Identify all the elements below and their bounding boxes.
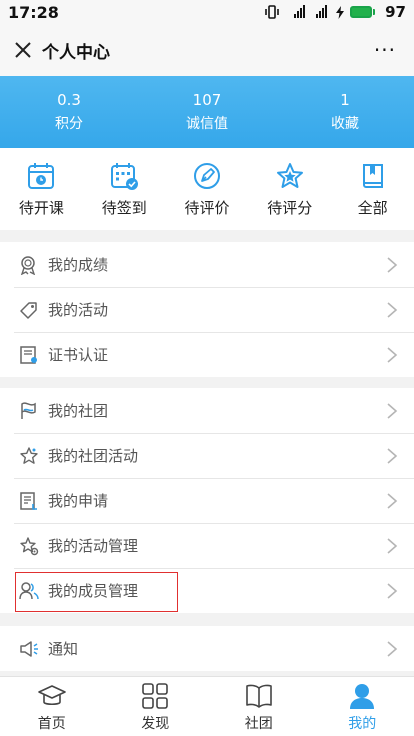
chevron-right-icon bbox=[387, 447, 398, 464]
menu-group-club: 我的社团 我的社团活动 我的申请 我的活动管理 我的成员管理 bbox=[0, 388, 414, 613]
menu-notifications[interactable]: 通知 bbox=[0, 626, 414, 671]
star-gear-icon bbox=[18, 535, 40, 557]
certificate-icon bbox=[18, 344, 40, 366]
row-label: 我的社团 bbox=[48, 402, 109, 420]
charging-icon bbox=[336, 5, 345, 19]
signal-icon bbox=[294, 5, 328, 18]
chevron-right-icon bbox=[387, 537, 398, 554]
grid-icon bbox=[142, 682, 169, 709]
row-label: 我的成绩 bbox=[48, 256, 109, 274]
medal-icon bbox=[18, 254, 40, 276]
user-icon bbox=[350, 683, 375, 709]
stat-favorites[interactable]: 1 收藏 bbox=[276, 76, 414, 148]
row-label: 我的申请 bbox=[48, 492, 109, 510]
menu-my-club-activities[interactable]: 我的社团活动 bbox=[0, 433, 414, 478]
status-indicators: 97 bbox=[264, 3, 406, 21]
stats-banner: 0.3 积分 107 诚信值 1 收藏 bbox=[0, 76, 414, 148]
chevron-right-icon bbox=[387, 492, 398, 509]
speaker-icon bbox=[18, 638, 40, 660]
chevron-right-icon bbox=[387, 402, 398, 419]
vibrate-icon bbox=[265, 5, 279, 19]
flag-icon bbox=[18, 400, 40, 422]
open-book-icon bbox=[245, 684, 272, 708]
quick-pending-review[interactable]: 待评价 bbox=[166, 148, 249, 230]
menu-group-notice: 通知 bbox=[0, 626, 414, 671]
quick-label: 待开课 bbox=[18, 198, 64, 217]
quick-label: 待评价 bbox=[184, 198, 230, 217]
chevron-right-icon bbox=[387, 301, 398, 318]
battery-level: 97 bbox=[385, 3, 406, 21]
row-label: 我的活动管理 bbox=[48, 537, 139, 555]
stat-label: 收藏 bbox=[331, 116, 359, 132]
tab-label: 社团 bbox=[244, 715, 273, 732]
close-button[interactable] bbox=[12, 39, 34, 61]
status-bar: 17:28 97 bbox=[0, 0, 414, 24]
row-label: 通知 bbox=[48, 640, 79, 658]
stat-label: 诚信值 bbox=[186, 116, 228, 132]
page-title: 个人中心 bbox=[42, 42, 110, 63]
row-label: 我的社团活动 bbox=[48, 447, 139, 465]
menu-member-management[interactable]: 我的成员管理 bbox=[0, 568, 414, 613]
menu-my-club[interactable]: 我的社团 bbox=[0, 388, 414, 433]
quick-pending-class[interactable]: 待开课 bbox=[0, 148, 83, 230]
status-time: 17:28 bbox=[8, 2, 59, 22]
book-icon bbox=[362, 163, 383, 188]
row-label: 我的成员管理 bbox=[48, 582, 139, 600]
stat-label: 积分 bbox=[55, 116, 83, 132]
tag-icon bbox=[18, 299, 40, 321]
stat-value: 107 bbox=[192, 91, 222, 109]
stat-integrity[interactable]: 107 诚信值 bbox=[138, 76, 276, 148]
quick-actions: 待开课 待签到 待评价 待评分 全部 bbox=[0, 148, 414, 230]
stat-value: 1 bbox=[340, 91, 350, 109]
quick-label: 全部 bbox=[357, 198, 388, 217]
graduation-cap-icon bbox=[37, 684, 66, 705]
quick-label: 待评分 bbox=[267, 198, 313, 217]
menu-group-records: 我的成绩 我的活动 证书认证 bbox=[0, 242, 414, 377]
menu-my-applications[interactable]: 我的申请 bbox=[0, 478, 414, 523]
chevron-right-icon bbox=[387, 640, 398, 657]
bottom-tab-bar: 首页 发现 社团 我的 bbox=[0, 676, 414, 736]
tab-label: 我的 bbox=[348, 715, 377, 732]
calendar-check-icon bbox=[111, 162, 139, 190]
menu-my-activities[interactable]: 我的活动 bbox=[0, 287, 414, 332]
battery-icon bbox=[350, 6, 376, 18]
title-bar: 个人中心 ··· bbox=[0, 24, 414, 76]
menu-activity-management[interactable]: 我的活动管理 bbox=[0, 523, 414, 568]
chevron-right-icon bbox=[387, 582, 398, 599]
tab-discover[interactable]: 发现 bbox=[104, 677, 208, 736]
chevron-right-icon bbox=[387, 346, 398, 363]
calendar-clock-icon bbox=[28, 162, 55, 189]
stat-points[interactable]: 0.3 积分 bbox=[0, 76, 138, 148]
row-label: 证书认证 bbox=[48, 346, 109, 364]
tab-mine[interactable]: 我的 bbox=[311, 677, 414, 736]
quick-pending-checkin[interactable]: 待签到 bbox=[83, 148, 166, 230]
row-label: 我的活动 bbox=[48, 301, 109, 319]
tab-club[interactable]: 社团 bbox=[207, 677, 311, 736]
star-icon bbox=[276, 162, 303, 188]
quick-pending-rating[interactable]: 待评分 bbox=[248, 148, 331, 230]
application-icon bbox=[18, 490, 40, 512]
quick-label: 待签到 bbox=[101, 198, 147, 217]
tab-label: 首页 bbox=[37, 715, 66, 732]
pen-circle-icon bbox=[193, 162, 220, 189]
menu-certificate[interactable]: 证书认证 bbox=[0, 332, 414, 377]
tab-label: 发现 bbox=[141, 715, 170, 732]
stat-value: 0.3 bbox=[57, 91, 81, 109]
members-icon bbox=[18, 580, 40, 602]
tab-home[interactable]: 首页 bbox=[0, 677, 104, 736]
menu-my-grades[interactable]: 我的成绩 bbox=[0, 242, 414, 287]
close-icon bbox=[15, 42, 31, 58]
star-outline-icon bbox=[18, 445, 40, 467]
chevron-right-icon bbox=[387, 256, 398, 273]
quick-all[interactable]: 全部 bbox=[331, 148, 414, 230]
more-button[interactable]: ··· bbox=[368, 38, 402, 62]
